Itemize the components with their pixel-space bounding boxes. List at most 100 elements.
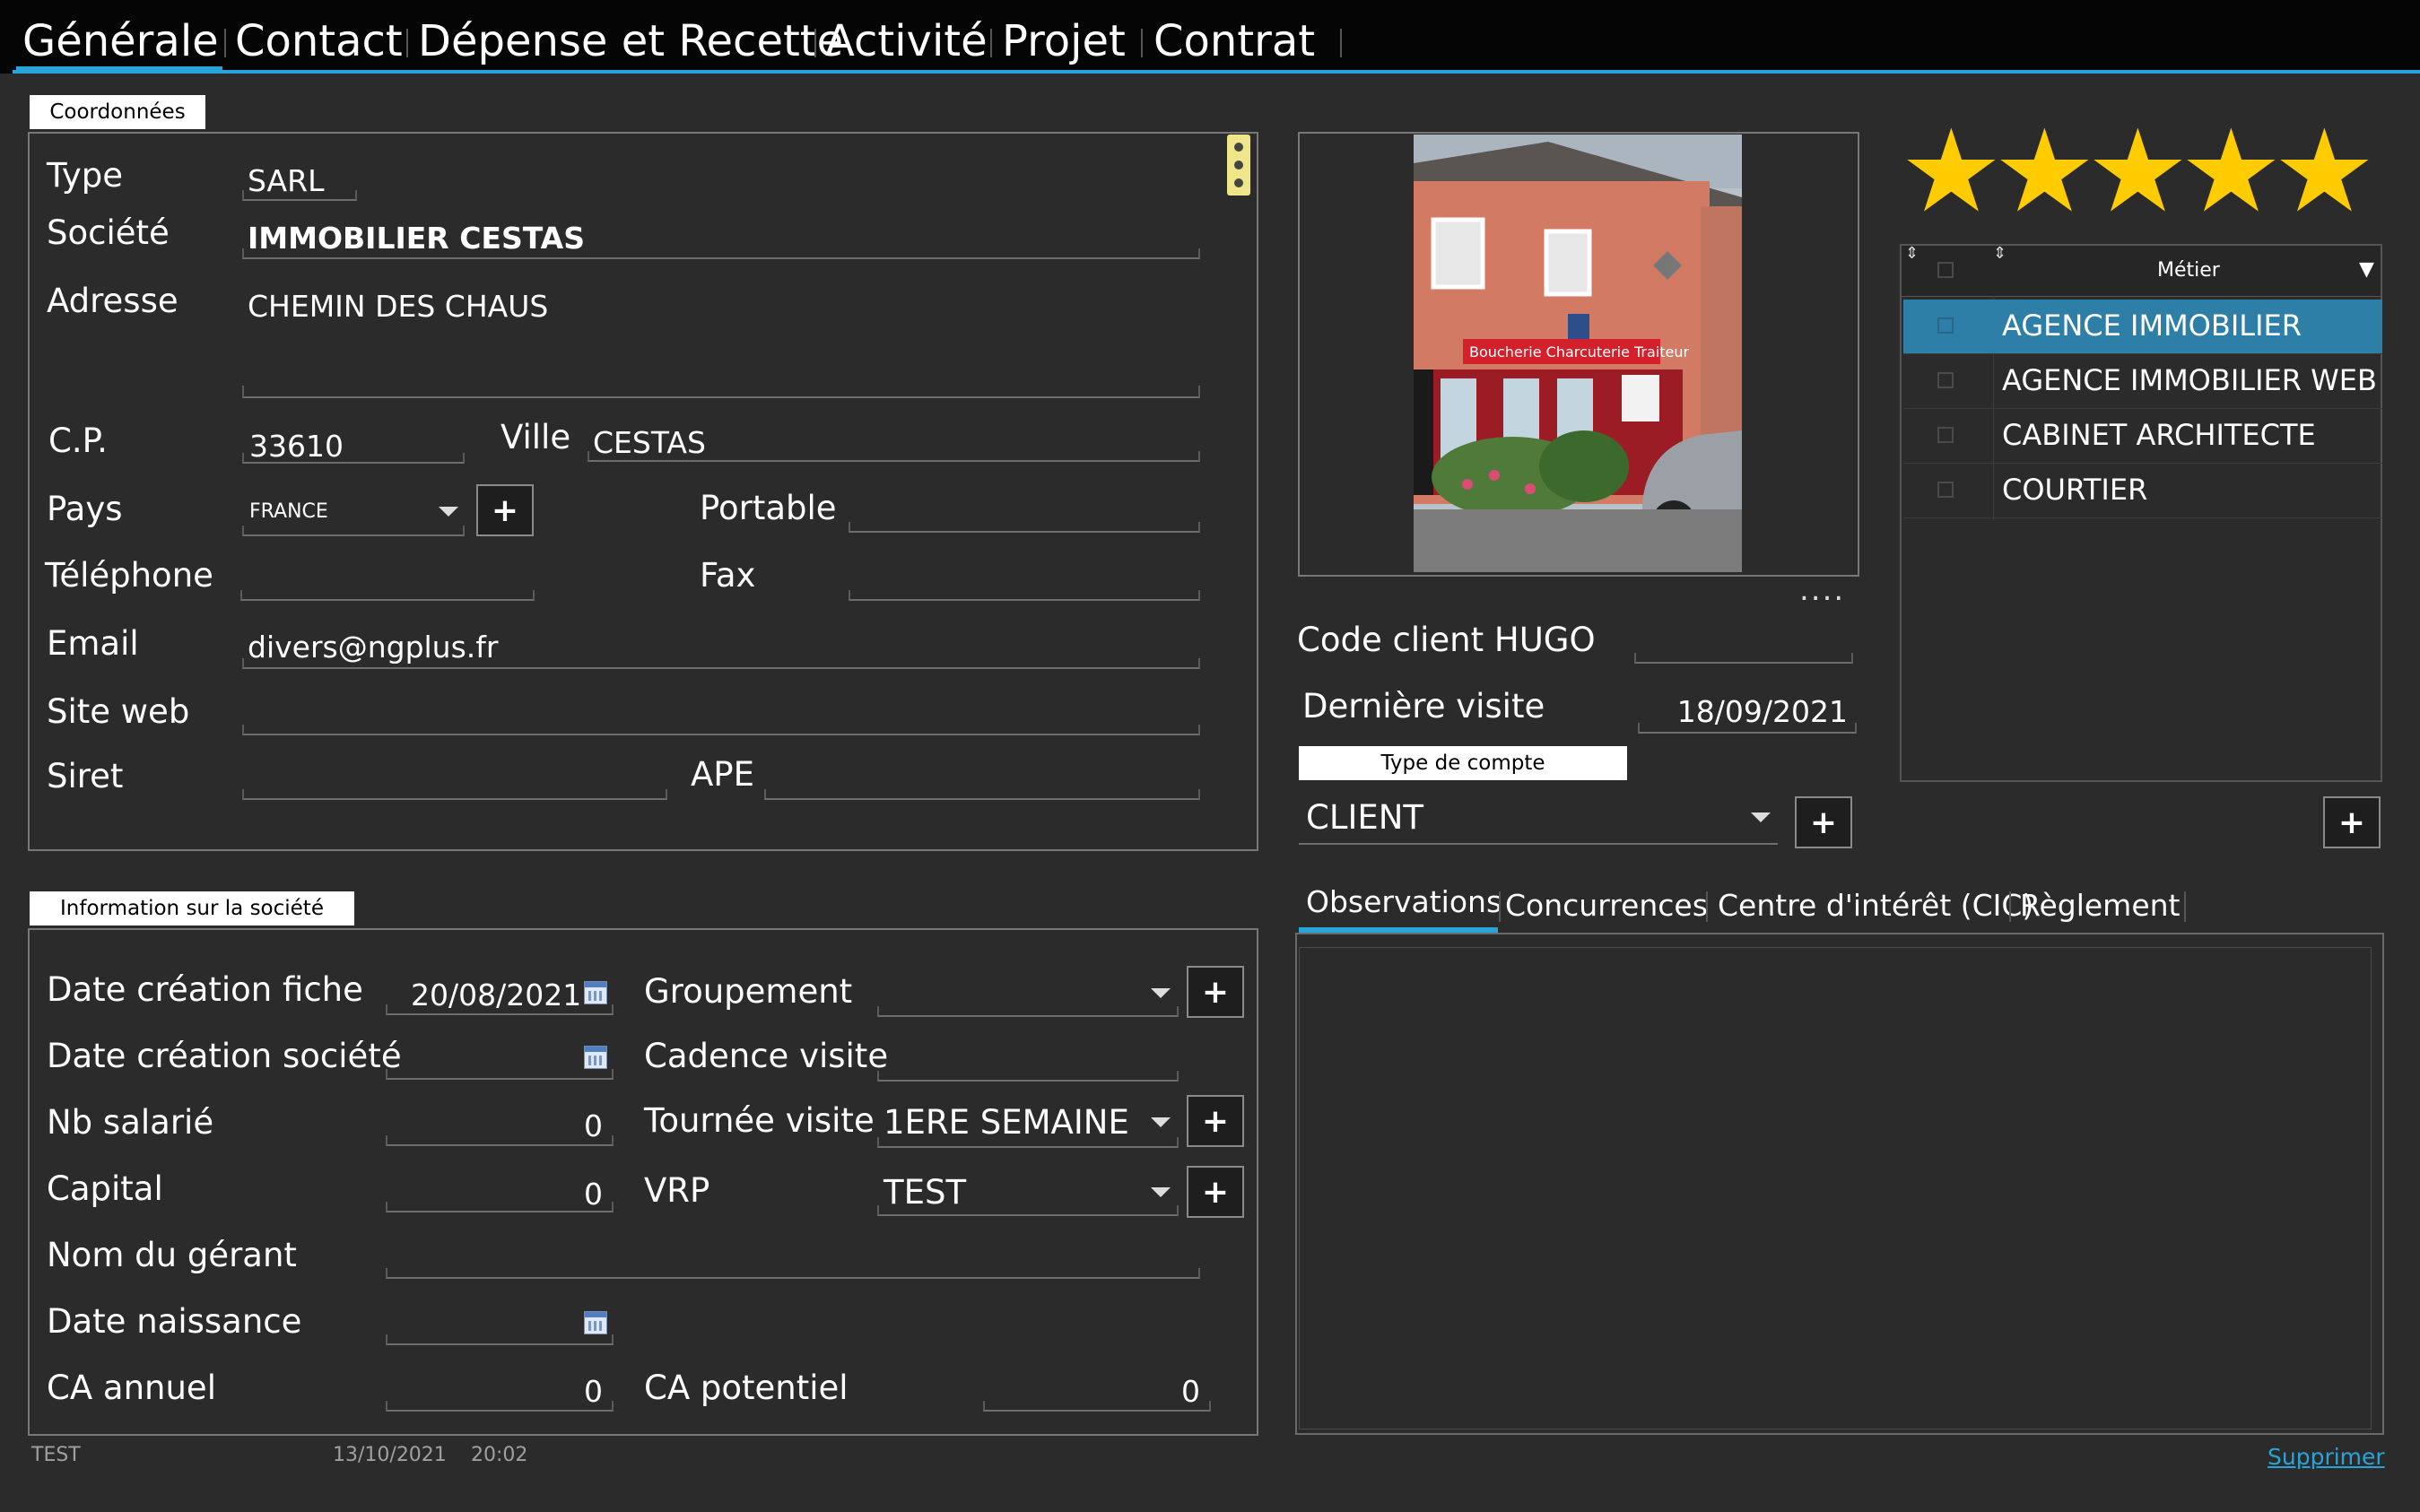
tab-contrat[interactable]: Contrat (1153, 16, 1315, 66)
chevron-down-icon[interactable] (1751, 812, 1771, 822)
capital-field[interactable] (386, 1202, 614, 1212)
siret-field[interactable] (242, 789, 667, 800)
ville-label: Ville (501, 418, 571, 456)
observations-textarea[interactable] (1299, 947, 2372, 1429)
tournee-visite-select[interactable] (877, 1137, 1179, 1148)
type-compte-title: Type de compte (1299, 746, 1627, 780)
calendar-icon[interactable] (584, 1311, 607, 1334)
siret-label: Siret (47, 757, 124, 795)
star-icon[interactable]: ★ (1993, 115, 2096, 230)
select-all-checkbox[interactable] (1937, 262, 1954, 278)
metier-column-header[interactable]: Métier (2157, 259, 2220, 282)
societe-field[interactable] (242, 248, 1200, 259)
email-field[interactable] (242, 658, 1200, 669)
date-creation-fiche-field[interactable] (386, 1004, 614, 1015)
subtab-centre-interet[interactable]: Centre d'intérêt (CIC) (1718, 888, 2033, 923)
tab-separator (224, 29, 226, 57)
ca-annuel-label: CA annuel (47, 1369, 216, 1407)
derniere-visite-field[interactable] (1638, 723, 1857, 734)
ca-potentiel-field[interactable] (983, 1401, 1211, 1412)
groupement-select[interactable] (877, 1006, 1179, 1017)
subtab-concurrences[interactable]: Concurrences (1505, 888, 1708, 923)
subtab-reglement[interactable]: Règlement (2020, 888, 2180, 923)
ville-field[interactable] (588, 451, 1200, 462)
active-tab-indicator (16, 66, 222, 74)
delete-link[interactable]: Supprimer (2268, 1444, 2385, 1470)
shop-sign-text: Boucherie Charcuterie Traiteur (1469, 343, 1690, 361)
subtab-separator (1499, 891, 1501, 922)
tab-generale[interactable]: Générale (22, 16, 219, 66)
vrp-select[interactable] (877, 1205, 1179, 1216)
siteweb-field[interactable] (242, 725, 1200, 735)
type-compte-select[interactable] (1299, 843, 1778, 845)
telephone-field[interactable] (240, 590, 535, 601)
type-field[interactable] (242, 190, 357, 201)
metier-row[interactable]: AGENCE IMMOBILIER WEB (1903, 354, 2382, 409)
calendar-icon[interactable] (584, 981, 607, 1004)
add-vrp-button[interactable]: + (1187, 1166, 1244, 1218)
chevron-down-icon[interactable] (1151, 988, 1171, 998)
chevron-down-icon[interactable] (1151, 1187, 1171, 1197)
groupement-label: Groupement (644, 972, 853, 1011)
date-creation-societe-field[interactable] (386, 1069, 614, 1080)
row-checkbox[interactable] (1937, 482, 1954, 498)
add-tournee-button[interactable]: + (1187, 1095, 1244, 1147)
metier-row-label: CABINET ARCHITECTE (2002, 418, 2316, 452)
star-icon[interactable]: ★ (2180, 115, 2283, 230)
subtab-separator (2184, 891, 2186, 922)
dot-icon (1234, 178, 1243, 187)
pays-select[interactable] (242, 526, 465, 536)
add-groupement-button[interactable]: + (1187, 966, 1244, 1018)
fax-field[interactable] (849, 590, 1200, 601)
date-naissance-field[interactable] (386, 1334, 614, 1345)
portable-field[interactable] (849, 522, 1200, 533)
nom-gerant-label: Nom du gérant (47, 1236, 297, 1274)
adresse-field[interactable] (242, 386, 1200, 398)
info-societe-title: Information sur la société (30, 891, 354, 925)
footer-date: 13/10/2021 (333, 1444, 447, 1466)
nom-gerant-field[interactable] (386, 1268, 1200, 1279)
vrp-label: VRP (644, 1171, 710, 1210)
calendar-icon[interactable] (584, 1046, 607, 1069)
tab-contact[interactable]: Contact (235, 16, 403, 66)
tab-depense-recette[interactable]: Dépense et Recette (418, 16, 843, 66)
filter-icon[interactable]: ▼ (2359, 258, 2374, 281)
metier-row[interactable]: COURTIER (1903, 464, 2382, 518)
subtab-observations[interactable]: Observations (1306, 884, 1502, 919)
metier-row[interactable]: CABINET ARCHITECTE (1903, 409, 2382, 464)
tab-projet[interactable]: Projet (1002, 16, 1126, 66)
metier-row-selected[interactable]: AGENCE IMMOBILIER (1903, 300, 2382, 354)
more-options-button[interactable] (1227, 135, 1250, 196)
top-nav-underline (13, 70, 2420, 74)
ape-field[interactable] (764, 789, 1200, 800)
ca-annuel-field[interactable] (386, 1401, 614, 1412)
star-icon[interactable]: ★ (2086, 115, 2189, 230)
sort-icon[interactable]: ⇕ (1993, 244, 2007, 263)
tab-separator (814, 29, 816, 57)
email-label: Email (47, 624, 139, 663)
portable-label: Portable (700, 489, 837, 527)
code-client-field[interactable] (1634, 653, 1853, 664)
photo-more-button[interactable]: .... (1799, 575, 1845, 605)
ape-label: APE (691, 755, 755, 794)
date-creation-societe-label: Date création société (47, 1037, 402, 1075)
nb-salarie-field[interactable] (386, 1135, 614, 1146)
add-metier-button[interactable]: + (2323, 796, 2381, 848)
chevron-down-icon[interactable] (439, 507, 458, 517)
nb-salarie-label: Nb salarié (47, 1103, 214, 1142)
add-pays-button[interactable]: + (476, 484, 534, 536)
sort-icon[interactable]: ⇕ (1905, 244, 1919, 263)
coordonnees-title: Coordonnées (30, 95, 205, 129)
cadence-visite-field[interactable] (877, 1071, 1179, 1082)
add-type-compte-button[interactable]: + (1795, 796, 1852, 848)
cp-field[interactable] (242, 453, 465, 464)
star-icon[interactable]: ★ (1900, 115, 2003, 230)
chevron-down-icon[interactable] (1151, 1117, 1171, 1127)
row-checkbox[interactable] (1937, 372, 1954, 388)
tab-activite[interactable]: Activité (825, 16, 988, 66)
star-icon[interactable]: ★ (2273, 115, 2376, 230)
row-checkbox[interactable] (1937, 427, 1954, 443)
shop-photo[interactable]: Boucherie Charcuterie Traiteur (1414, 135, 1742, 572)
tab-separator (1340, 29, 1342, 57)
row-checkbox[interactable] (1937, 317, 1954, 334)
